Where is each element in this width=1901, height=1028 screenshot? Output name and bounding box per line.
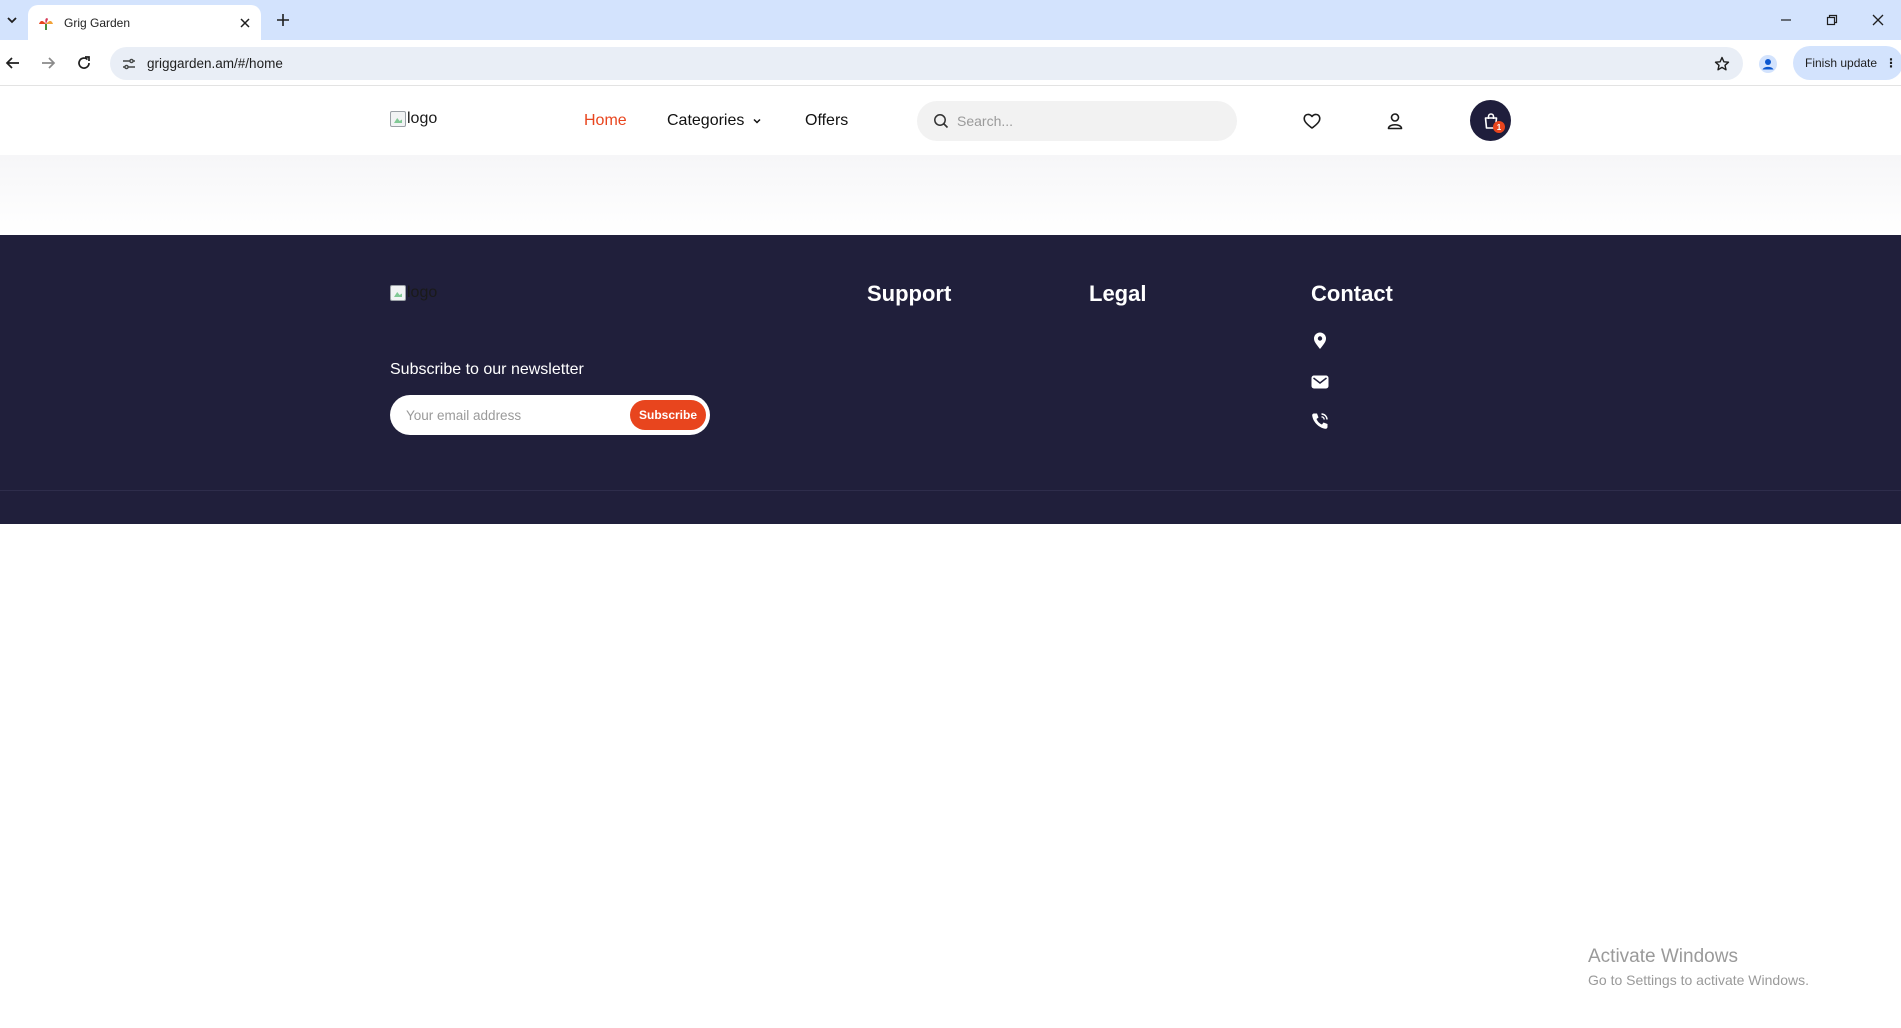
newsletter-title: Subscribe to our newsletter — [390, 361, 584, 378]
newsletter-form: Subscribe — [390, 395, 710, 435]
more-menu-icon[interactable]: ⋮ — [1885, 56, 1897, 70]
subscribe-button[interactable]: Subscribe — [630, 400, 706, 430]
footer-heading-legal: Legal — [1089, 281, 1147, 306]
site-favicon-icon — [38, 15, 54, 31]
address-bar[interactable]: griggarden.am/#/home — [110, 47, 1743, 80]
watermark-line-1: Activate Windows — [1588, 946, 1738, 967]
footer-heading-contact: Contact — [1311, 281, 1393, 306]
footer-logo[interactable]: logo — [390, 284, 437, 302]
location-icon — [1311, 332, 1329, 350]
nav-categories-wrap: Categories — [667, 87, 762, 155]
nav-categories[interactable]: Categories — [667, 112, 762, 130]
watermark-line-2: Go to Settings to activate Windows. — [1588, 972, 1809, 988]
cart-count-badge: 1 — [1493, 121, 1505, 133]
browser-tab-active[interactable]: Grig Garden — [28, 5, 261, 40]
browser-toolbar: griggarden.am/#/home Finish update ⋮ — [0, 40, 1901, 86]
reload-icon[interactable] — [71, 50, 97, 76]
restore-icon[interactable] — [1809, 0, 1855, 40]
search-icon — [933, 113, 949, 129]
close-window-icon[interactable] — [1855, 0, 1901, 40]
header-logo[interactable]: logo — [390, 110, 437, 128]
search-box — [917, 101, 1237, 141]
newsletter-email-input[interactable] — [406, 407, 616, 423]
tab-close-icon[interactable] — [237, 15, 253, 31]
site-info-tune-icon[interactable] — [118, 53, 140, 75]
site-footer: logo Support Legal Contact Subscribe to … — [0, 235, 1901, 524]
nav-categories-label: Categories — [667, 112, 745, 129]
mail-icon — [1311, 373, 1329, 391]
footer-heading-support: Support — [867, 281, 952, 306]
search-input[interactable] — [957, 113, 1217, 129]
broken-image-icon — [390, 111, 406, 127]
user-account-icon[interactable] — [1383, 109, 1407, 133]
url-text: griggarden.am/#/home — [147, 56, 283, 71]
wishlist-heart-icon[interactable] — [1300, 109, 1324, 133]
nav-offers-wrap: Offers — [805, 87, 848, 155]
main-nav: Home — [584, 87, 627, 155]
finish-update-label: Finish update — [1805, 56, 1878, 70]
footer-divider — [0, 490, 1901, 491]
windows-activation-watermark: Activate Windows Go to Settings to activ… — [1588, 946, 1809, 988]
broken-image-icon — [390, 285, 406, 301]
forward-arrow-icon[interactable] — [35, 50, 61, 76]
browser-tab-bar: Grig Garden — [0, 0, 1901, 40]
footer-logo-alt: logo — [407, 284, 438, 301]
tab-search-chevron-icon[interactable] — [2, 9, 22, 31]
back-arrow-icon[interactable] — [0, 50, 26, 76]
bookmark-star-icon[interactable] — [1711, 53, 1733, 75]
phone-icon — [1311, 412, 1329, 430]
tab-title: Grig Garden — [64, 15, 131, 30]
minimize-icon[interactable] — [1763, 0, 1809, 40]
profile-avatar-icon[interactable] — [1756, 52, 1780, 76]
window-controls — [1763, 0, 1901, 40]
nav-offers[interactable]: Offers — [805, 112, 848, 130]
chevron-down-icon — [752, 116, 762, 126]
finish-update-button[interactable]: Finish update ⋮ — [1793, 46, 1901, 80]
new-tab-plus-icon[interactable] — [272, 9, 294, 31]
site-header: logo Home Categories Offers 1 — [0, 87, 1901, 155]
nav-home[interactable]: Home — [584, 112, 627, 130]
header-logo-alt: logo — [407, 110, 438, 127]
cart-button[interactable]: 1 — [1470, 100, 1511, 141]
content-area — [0, 155, 1901, 235]
